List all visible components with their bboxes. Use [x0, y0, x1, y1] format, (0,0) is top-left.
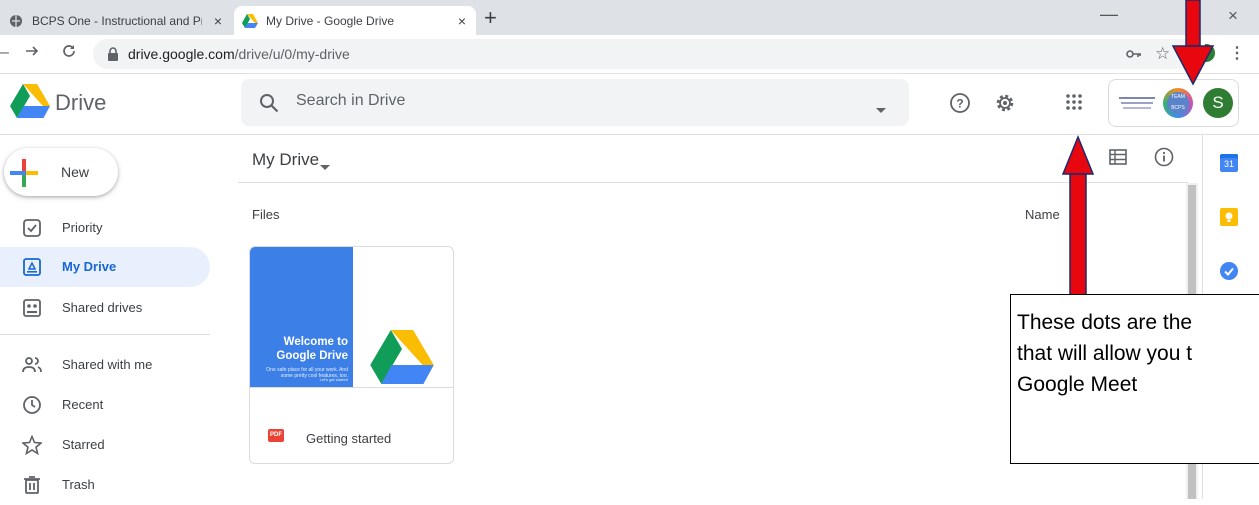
annotation-callout: These dots are the that will allow you t…	[1010, 294, 1259, 464]
back-icon[interactable]: –	[0, 44, 9, 62]
drive-logo-icon	[370, 330, 434, 389]
svg-text:?: ?	[956, 97, 963, 111]
sidebar-item-trash[interactable]: Trash	[0, 465, 210, 505]
tab-title: My Drive - Google Drive	[266, 13, 395, 28]
thumbnail-link: Let's get started	[319, 377, 348, 382]
sidebar-item-priority[interactable]: Priority	[0, 208, 210, 248]
sidebar-item-label: Shared drives	[62, 300, 143, 315]
sidebar-item-label: Shared with me	[62, 357, 153, 372]
plus-icon	[10, 159, 38, 192]
close-tab-icon[interactable]: ×	[458, 13, 466, 29]
new-tab-button[interactable]: +	[484, 6, 497, 30]
browser-tab-bcps[interactable]: BCPS One - Instructional and Pro ×	[0, 6, 232, 35]
url-path: /drive/u/0/my-drive	[234, 46, 350, 62]
sidebar-item-label: Starred	[62, 437, 105, 452]
drive-logo-icon	[242, 13, 258, 29]
sidebar-item-label: Recent	[62, 397, 104, 412]
sidebar-item-shared-with-me[interactable]: Shared with me	[0, 345, 210, 385]
app-title[interactable]: Drive	[55, 90, 106, 116]
sidebar-item-my-drive[interactable]: My Drive	[0, 247, 210, 287]
sidebar-item-label: Priority	[62, 220, 103, 235]
priority-icon	[23, 219, 41, 237]
new-button-label: New	[61, 164, 90, 180]
url-text: drive.google.com/drive/u/0/my-drive	[128, 46, 350, 62]
sort-by-name[interactable]: Name	[1025, 207, 1060, 222]
reload-icon[interactable]	[60, 42, 78, 65]
sidebar-item-starred[interactable]: Starred	[0, 425, 210, 465]
lock-icon[interactable]	[107, 47, 119, 66]
file-card-getting-started[interactable]: Welcome to Google Drive One safe place f…	[249, 246, 454, 464]
pdf-icon: PDF	[268, 429, 284, 442]
arrow-up-to-apps-grid	[1061, 135, 1095, 305]
help-icon[interactable]: ?	[949, 92, 971, 119]
callout-line: Google Meet	[1017, 373, 1138, 396]
shared-with-me-icon	[22, 357, 42, 373]
callout-line: that will allow you t	[1017, 342, 1193, 365]
search-options-icon[interactable]	[876, 101, 886, 119]
search-icon[interactable]	[259, 93, 279, 118]
browser-tab-drive[interactable]: My Drive - Google Drive ×	[234, 6, 476, 35]
settings-gear-icon[interactable]	[993, 91, 1017, 120]
star-icon	[22, 435, 42, 455]
trash-icon	[24, 476, 40, 494]
file-card-footer	[250, 387, 453, 463]
drive-logo-icon[interactable]	[10, 84, 50, 123]
url-host: drive.google.com	[128, 46, 235, 62]
shared-drives-icon	[23, 299, 41, 317]
file-name: Getting started	[306, 431, 392, 446]
annotation-arrows	[1061, 0, 1215, 305]
sidebar-item-shared-drives[interactable]: Shared drives	[0, 288, 210, 328]
search-input[interactable]: Search in Drive	[296, 92, 405, 110]
tab-title: BCPS One - Instructional and Pro	[32, 13, 202, 28]
sidebar-item-label: My Drive	[62, 259, 117, 274]
sidebar-divider	[0, 334, 210, 335]
toolbar-divider	[238, 182, 1188, 183]
sidebar-item-recent[interactable]: Recent	[0, 385, 210, 425]
sidebar-item-label: Trash	[62, 477, 95, 492]
file-thumbnail-panel	[250, 247, 353, 387]
my-drive-icon	[23, 258, 41, 276]
callout-line: These dots are the	[1017, 311, 1193, 334]
forward-icon[interactable]	[24, 43, 40, 64]
globe-icon	[8, 13, 24, 29]
breadcrumb[interactable]: My Drive	[252, 150, 319, 170]
chevron-down-icon[interactable]	[320, 158, 330, 176]
clock-icon	[23, 396, 41, 414]
arrow-down-to-account	[1171, 0, 1215, 86]
close-tab-icon[interactable]: ×	[214, 13, 222, 29]
thumbnail-title: Welcome to Google Drive	[276, 336, 348, 362]
files-heading: Files	[252, 207, 280, 222]
